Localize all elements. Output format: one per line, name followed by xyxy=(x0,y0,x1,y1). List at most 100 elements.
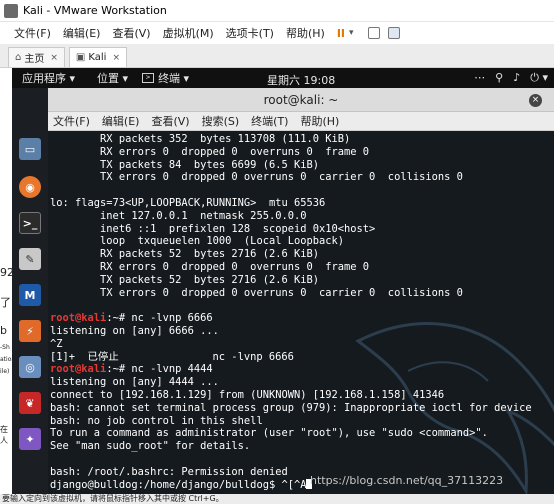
terminal-menu-edit[interactable]: 编辑(E) xyxy=(102,113,140,129)
terminal-line-text: bash: cannot set terminal process group … xyxy=(50,401,532,414)
host-text-fragment: 在人 xyxy=(0,425,8,445)
text-editor-icon[interactable]: ✎ xyxy=(19,248,41,270)
terminal-line: ^Z xyxy=(50,338,554,351)
terminal-menu-file[interactable]: 文件(F) xyxy=(53,113,90,129)
terminal-line-text: RX packets 352 bytes 113708 (111.0 KiB) xyxy=(50,133,351,145)
host-desktop-strip: 92 了 b -Sh ation ile) 在人 xyxy=(0,68,15,504)
terminal-line-text: :~# nc -lvnp 4444 xyxy=(106,363,213,376)
menu-view[interactable]: 查看(V) xyxy=(112,25,150,41)
cherrytree-icon[interactable]: ❦ xyxy=(19,392,41,414)
terminal-line-text: listening on [any] 4444 ... xyxy=(50,376,219,389)
terminal-output: RX packets 352 bytes 113708 (111.0 KiB) … xyxy=(50,133,554,491)
faraday-icon[interactable]: ✦ xyxy=(19,428,41,450)
terminal-line-text: listening on [any] 6666 ... xyxy=(50,324,219,337)
vmware-status-bar: 要输入定向到该虚拟机，请将鼠标指针移入其中或按 Ctrl+G。 xyxy=(0,494,554,504)
host-text-fragment: -Sh xyxy=(0,344,10,351)
terminal-line: RX errors 0 dropped 0 overruns 0 frame 0 xyxy=(50,261,554,274)
terminal-line-text: To run a command as administrator (user … xyxy=(50,427,488,440)
home-icon: ⌂ xyxy=(15,52,22,63)
menu-file[interactable]: 文件(F) xyxy=(14,25,51,41)
power-menu-icon[interactable]: ⏻ ▾ xyxy=(530,71,548,85)
menu-vm[interactable]: 虚拟机(M) xyxy=(163,25,214,41)
volume-icon[interactable]: ♪ xyxy=(513,71,520,85)
terminal-menu-search[interactable]: 搜索(S) xyxy=(202,113,240,129)
menu-help[interactable]: 帮助(H) xyxy=(286,25,325,41)
host-text-fragment: ile) xyxy=(0,368,10,375)
terminal-app-menu[interactable]: > 终端 ▾ xyxy=(142,70,189,86)
files-icon[interactable]: ▭ xyxy=(19,138,41,160)
terminal-line-text: See "man sudo_root" for details. xyxy=(50,440,251,453)
terminal-line-text: TX packets 52 bytes 2716 (2.6 KiB) xyxy=(50,273,319,286)
host-text-fragment: 了 xyxy=(0,296,11,309)
terminal-menu-view[interactable]: 查看(V) xyxy=(151,113,189,129)
terminal-line-text: [1]+ 已停止 nc -lvnp 6666 xyxy=(50,350,294,363)
terminal-line: RX packets 52 bytes 2716 (2.6 KiB) xyxy=(50,248,554,261)
terminal-line-text: loop txqueuelen 1000 (Local Loopback) xyxy=(50,235,345,248)
firefox-icon[interactable]: ◉ xyxy=(19,176,41,198)
terminal-line: bash: cannot set terminal process group … xyxy=(50,402,554,415)
terminal-line: TX packets 52 bytes 2716 (2.6 KiB) xyxy=(50,274,554,287)
gnome-top-panel: 应用程序 ▾ 位置 ▾ > 终端 ▾ 星期六 19:08 ⋯ ⚲ ♪ ⏻ ▾ xyxy=(12,68,554,88)
terminal-line: TX packets 84 bytes 6699 (6.5 KiB) xyxy=(50,159,554,172)
vmware-title-bar: Kali - VMware Workstation xyxy=(0,0,554,22)
terminal-line: TX errors 0 dropped 0 overruns 0 carrier… xyxy=(50,287,554,300)
terminal-line: inet 127.0.0.1 netmask 255.0.0.0 xyxy=(50,210,554,223)
tool-icon[interactable]: ⚲ xyxy=(495,71,503,85)
tab-kali[interactable]: ▣ Kali × xyxy=(68,47,127,67)
terminal-line: listening on [any] 4444 ... xyxy=(50,376,554,389)
terminal-line: lo: flags=73<UP,LOOPBACK,RUNNING> mtu 65… xyxy=(50,197,554,210)
terminal-line: [1]+ 已停止 nc -lvnp 6666 xyxy=(50,351,554,364)
terminal-line: root@kali:~# nc -lvnp 4444 xyxy=(50,363,554,376)
shell-prompt: root@kali xyxy=(50,312,107,325)
clock[interactable]: 星期六 19:08 xyxy=(267,72,335,88)
close-icon[interactable]: × xyxy=(112,53,120,63)
pause-icon[interactable]: II xyxy=(337,27,345,40)
terminal-line-text: bash: no job control in this shell xyxy=(50,414,263,427)
maltego-icon[interactable]: ◎ xyxy=(19,356,41,378)
terminal-body[interactable]: RX packets 352 bytes 113708 (111.0 KiB) … xyxy=(48,131,554,504)
terminal-line-text: TX errors 0 dropped 0 overruns 0 carrier… xyxy=(50,286,463,299)
snapshot-icon[interactable] xyxy=(387,27,400,39)
metasploit-icon[interactable]: M xyxy=(19,284,41,306)
guest-screen[interactable]: 应用程序 ▾ 位置 ▾ > 终端 ▾ 星期六 19:08 ⋯ ⚲ ♪ ⏻ ▾ ▭… xyxy=(12,68,554,504)
close-icon[interactable]: × xyxy=(50,53,58,63)
terminal-icon: > xyxy=(142,73,155,83)
terminal-title-bar[interactable]: root@kali: ~ × xyxy=(48,88,554,112)
network-icon[interactable]: ⋯ xyxy=(474,71,485,85)
terminal-title: root@kali: ~ xyxy=(263,93,339,107)
host-text-fragment: b xyxy=(0,324,7,337)
send-ctrl-alt-del-icon[interactable] xyxy=(367,27,380,39)
places-menu[interactable]: 位置 ▾ xyxy=(97,70,128,86)
terminal-menu-terminal[interactable]: 终端(T) xyxy=(251,113,288,129)
tab-home[interactable]: ⌂ 主页 × xyxy=(8,47,65,67)
terminal-line-text: inet 127.0.0.1 netmask 255.0.0.0 xyxy=(50,209,307,222)
terminal-line: See "man sudo_root" for details. xyxy=(50,440,554,453)
terminal-icon[interactable]: >_ xyxy=(19,212,41,234)
tab-kali-label: Kali xyxy=(88,52,107,63)
pause-dropdown-icon[interactable]: ▾ xyxy=(349,28,354,38)
terminal-app-menu-label: 终端 ▾ xyxy=(158,72,190,85)
terminal-line: root@kali:~# nc -lvnp 6666 xyxy=(50,312,554,325)
terminal-window[interactable]: root@kali: ~ × 文件(F) 编辑(E) 查看(V) 搜索(S) 终… xyxy=(48,88,554,504)
terminal-line: connect to [192.168.1.129] from (UNKNOWN… xyxy=(50,389,554,402)
close-icon[interactable]: × xyxy=(529,94,542,107)
terminal-line-text: inet6 ::1 prefixlen 128 scopeid 0x10<hos… xyxy=(50,222,376,235)
burpsuite-icon[interactable]: ⚡ xyxy=(19,320,41,342)
menu-edit[interactable]: 编辑(E) xyxy=(63,25,101,41)
blog-watermark: https://blog.csdn.net/qq_37113223 xyxy=(310,474,504,487)
terminal-line: RX packets 352 bytes 113708 (111.0 KiB) xyxy=(50,133,554,146)
window-title: Kali - VMware Workstation xyxy=(23,4,167,17)
terminal-line-text: TX packets 84 bytes 6699 (6.5 KiB) xyxy=(50,158,319,171)
terminal-line-text: django@bulldog:/home/django/bulldog$ ^[^… xyxy=(50,478,307,491)
terminal-line: bash: no job control in this shell xyxy=(50,415,554,428)
applications-menu[interactable]: 应用程序 ▾ xyxy=(22,70,75,86)
vm-icon: ▣ xyxy=(75,52,86,63)
terminal-line: listening on [any] 6666 ... xyxy=(50,325,554,338)
vmware-tab-strip: ⌂ 主页 × ▣ Kali × xyxy=(0,44,554,68)
menu-tabs[interactable]: 选项卡(T) xyxy=(226,25,274,41)
terminal-line: inet6 ::1 prefixlen 128 scopeid 0x10<hos… xyxy=(50,223,554,236)
shell-prompt: root@kali xyxy=(50,363,107,376)
terminal-menu-help[interactable]: 帮助(H) xyxy=(300,113,339,129)
